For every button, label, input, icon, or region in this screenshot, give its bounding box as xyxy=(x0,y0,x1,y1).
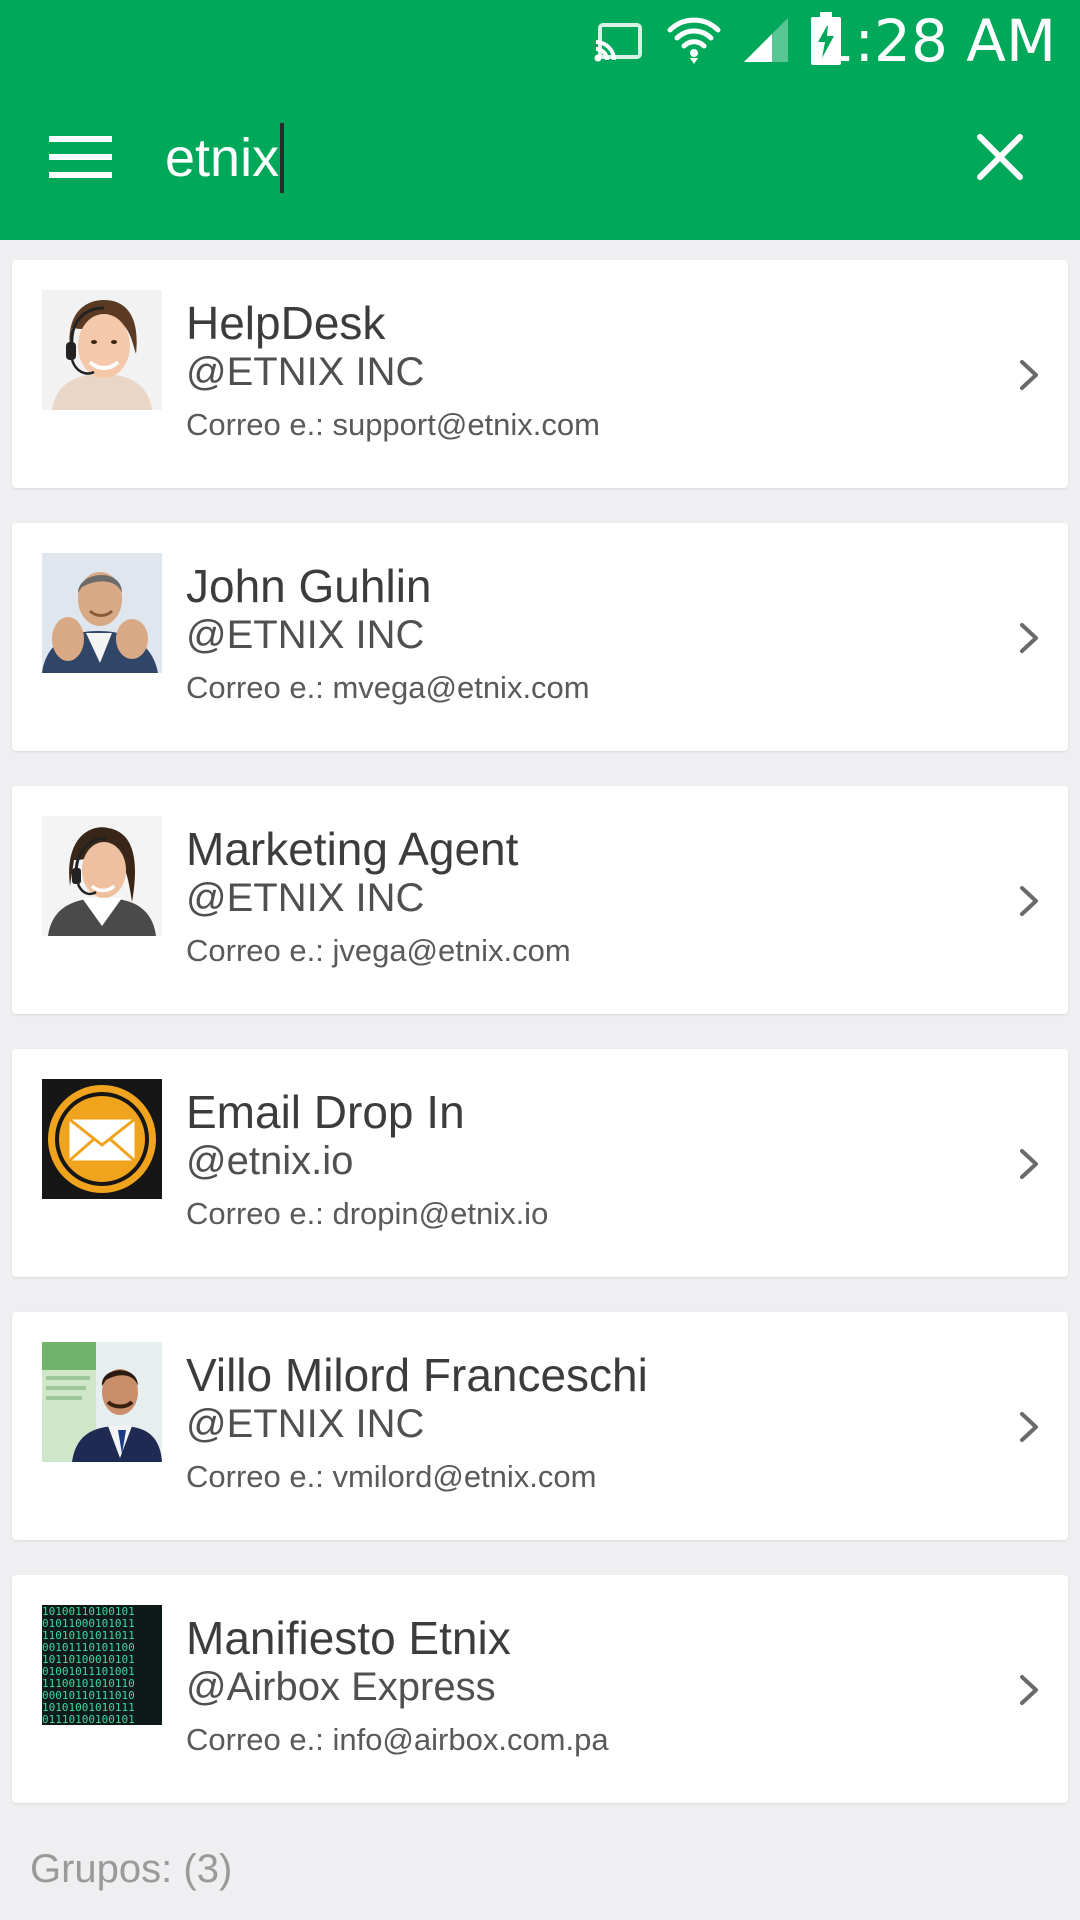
chevron-right-icon xyxy=(1020,623,1038,653)
groups-section[interactable]: Grupos: (3) xyxy=(0,1806,1080,1920)
contact-organization: @ETNIX INC xyxy=(186,613,425,657)
chevron-right-icon xyxy=(1020,1675,1038,1705)
status-time: 1:28 AM xyxy=(817,7,1056,75)
contact-name: Email Drop In xyxy=(186,1086,465,1138)
avatar xyxy=(42,1342,162,1462)
presenter-photo xyxy=(42,1342,162,1462)
contact-email: Correo e.: mvega@etnix.com xyxy=(186,670,590,705)
contact-name: Manifiesto Etnix xyxy=(186,1612,511,1664)
contact-email: Correo e.: vmilord@etnix.com xyxy=(186,1459,597,1494)
contact-name: John Guhlin xyxy=(186,560,432,612)
contact-card-john-guhlin[interactable]: John Guhlin @ETNIX INC Correo e.: mvega@… xyxy=(12,523,1068,751)
search-input[interactable]: etnix xyxy=(165,118,925,198)
businessman-photo xyxy=(42,553,162,673)
groups-header: Grupos: (3) xyxy=(30,1847,233,1891)
close-icon xyxy=(977,134,1023,180)
contact-card-villo-milord-franceschi[interactable]: Villo Milord Franceschi @ETNIX INC Corre… xyxy=(12,1312,1068,1540)
signal-icon xyxy=(742,16,792,66)
chevron-right-icon xyxy=(1020,1412,1038,1442)
contact-organization: @ETNIX INC xyxy=(186,350,425,394)
chevron-right-icon xyxy=(1020,886,1038,916)
contact-organization: @ETNIX INC xyxy=(186,876,425,920)
hamburger-menu-icon-bar xyxy=(49,154,112,160)
avatar xyxy=(42,290,162,410)
svg-text:01110100100101: 01110100100101 xyxy=(42,1713,135,1725)
text-cursor xyxy=(280,122,285,193)
contact-card-helpdesk[interactable]: HelpDesk @ETNIX INC Correo e.: support@e… xyxy=(12,260,1068,488)
envelope-logo xyxy=(42,1079,162,1199)
contact-organization: @Airbox Express xyxy=(186,1665,496,1709)
contact-name: HelpDesk xyxy=(186,297,386,349)
app-header: 1:28 AM etnix xyxy=(0,0,1080,240)
chevron-right-icon xyxy=(1020,1149,1038,1179)
wifi-icon xyxy=(666,12,722,64)
contact-email: Correo e.: jvega@etnix.com xyxy=(186,933,571,968)
search-input-value: etnix xyxy=(165,128,280,188)
avatar xyxy=(42,553,162,673)
avatar xyxy=(42,1079,162,1199)
contact-email: Correo e.: support@etnix.com xyxy=(186,407,600,442)
contact-email: Correo e.: dropin@etnix.io xyxy=(186,1196,549,1231)
chevron-right-icon xyxy=(1020,360,1038,390)
hamburger-menu-icon-bar xyxy=(49,172,112,178)
avatar: 10100110100101 01011000101011 1101010101… xyxy=(42,1605,162,1725)
contact-organization: @etnix.io xyxy=(186,1139,354,1183)
status-bar: 1:28 AM xyxy=(0,0,1080,82)
cast-icon xyxy=(594,22,644,72)
clear-search-button[interactable] xyxy=(950,112,1050,202)
contact-name: Marketing Agent xyxy=(186,823,519,875)
support-agent-photo xyxy=(42,290,162,410)
hamburger-menu-button[interactable] xyxy=(30,112,130,202)
contact-organization: @ETNIX INC xyxy=(186,1402,425,1446)
contact-card-manifiesto-etnix[interactable]: 10100110100101 01011000101011 1101010101… xyxy=(12,1575,1068,1803)
contact-name: Villo Milord Franceschi xyxy=(186,1349,648,1401)
headset-agent-photo xyxy=(42,816,162,936)
hamburger-menu-icon xyxy=(49,136,112,142)
contact-email: Correo e.: info@airbox.com.pa xyxy=(186,1722,609,1757)
contact-card-email-drop-in[interactable]: Email Drop In @etnix.io Correo e.: dropi… xyxy=(12,1049,1068,1277)
avatar xyxy=(42,816,162,936)
binary-code-image: 10100110100101 01011000101011 1101010101… xyxy=(42,1605,162,1725)
contact-card-marketing-agent[interactable]: Marketing Agent @ETNIX INC Correo e.: jv… xyxy=(12,786,1068,1014)
